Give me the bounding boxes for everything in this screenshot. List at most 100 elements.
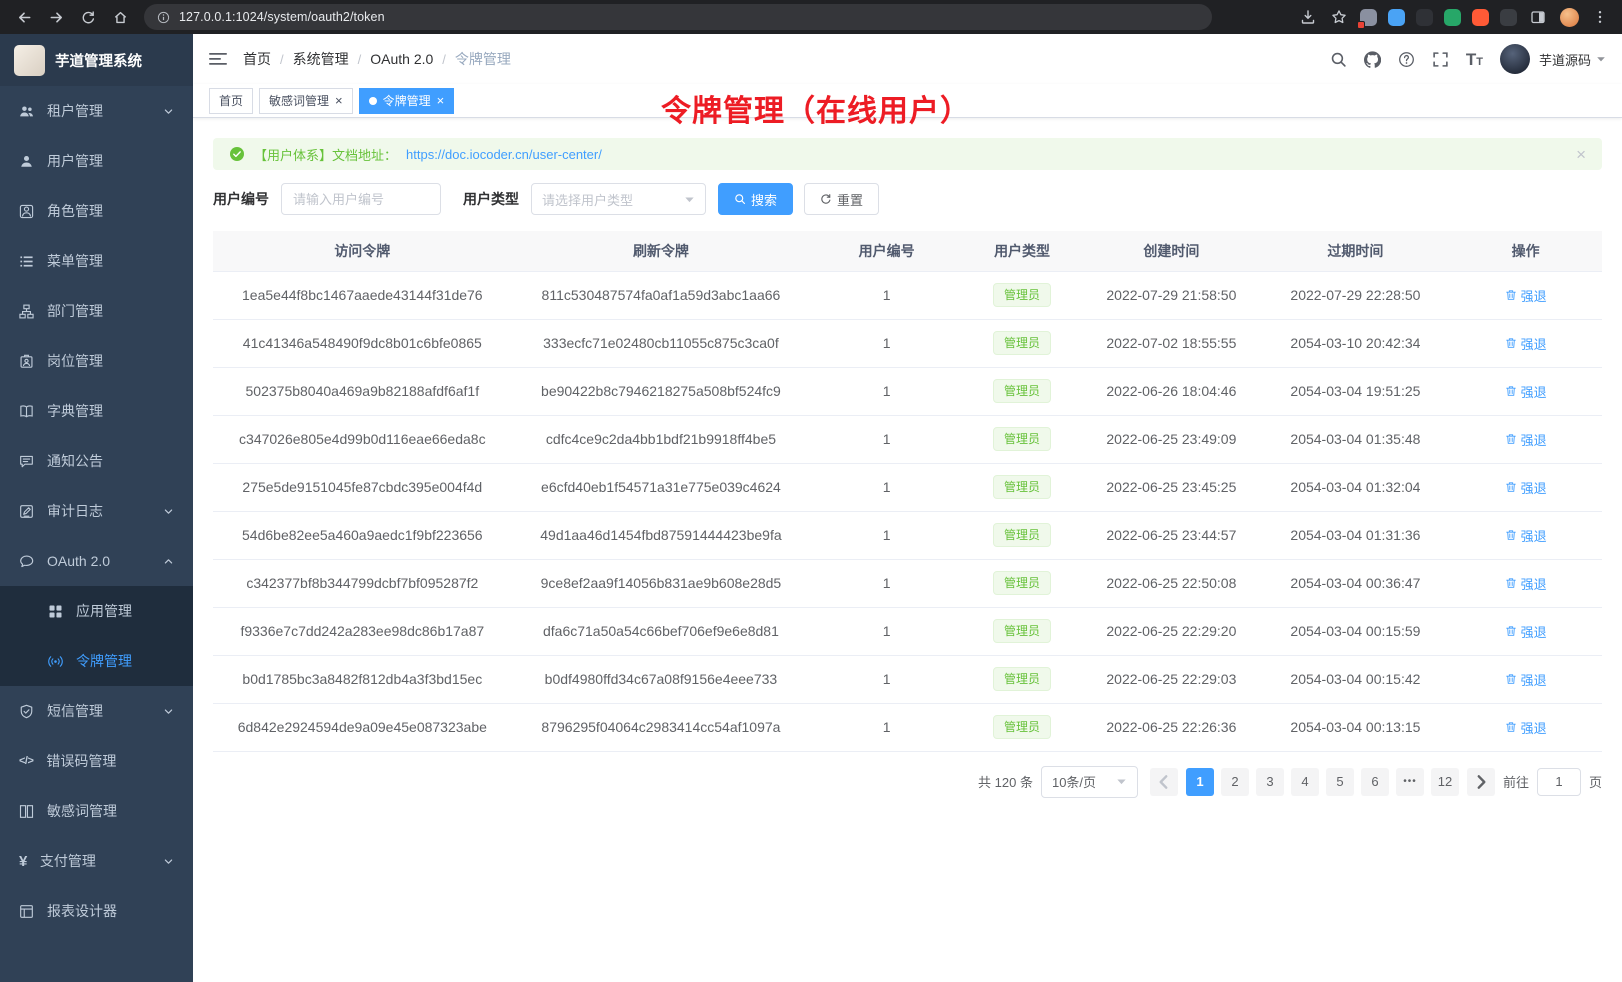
menu-list-icon <box>19 254 34 269</box>
more-vert-icon[interactable] <box>1590 7 1610 27</box>
page-button-5[interactable]: 5 <box>1326 768 1354 796</box>
force-logout-button[interactable]: 强退 <box>1505 574 1547 593</box>
home-icon[interactable] <box>106 3 134 31</box>
page-button-1[interactable]: 1 <box>1186 768 1214 796</box>
extension-icon[interactable] <box>1416 9 1433 26</box>
profile-avatar[interactable] <box>1559 7 1579 27</box>
sidebar-item-error-code[interactable]: </>错误码管理 <box>0 736 193 786</box>
tab-oauth2-token[interactable]: 令牌管理× <box>359 88 455 114</box>
split-view-icon[interactable] <box>1528 7 1548 27</box>
table-header-row: 访问令牌刷新令牌用户编号用户类型创建时间过期时间操作 <box>213 231 1602 271</box>
tab-close-icon[interactable]: × <box>335 94 343 107</box>
tab-home[interactable]: 首页 <box>209 88 253 114</box>
sidebar-item-pay[interactable]: ¥支付管理 <box>0 836 193 886</box>
doc-alert: 【用户体系】文档地址： https://doc.iocoder.cn/user-… <box>213 138 1602 170</box>
topbar: 首页/系统管理/OAuth 2.0/令牌管理 TT芋道源码 <box>193 34 1622 84</box>
font-size-icon[interactable]: TT <box>1466 51 1483 68</box>
sidebar-item-post[interactable]: 岗位管理 <box>0 336 193 386</box>
search-button[interactable]: 搜索 <box>718 183 793 215</box>
extension-icon[interactable] <box>1360 9 1377 26</box>
url-bar[interactable]: 127.0.0.1:1024/system/oauth2/token <box>144 4 1212 30</box>
back-icon[interactable] <box>10 3 38 31</box>
app-title: 芋道管理系统 <box>55 50 142 71</box>
sidebar-item-role[interactable]: 角色管理 <box>0 186 193 236</box>
github-icon[interactable] <box>1364 51 1381 68</box>
page-size-select[interactable]: 10条/页 <box>1041 766 1138 798</box>
sidebar-item-label: 敏感词管理 <box>47 801 174 821</box>
sidebar-item-tenant[interactable]: 租户管理 <box>0 86 193 136</box>
sidebar-subitem-oauth2-token[interactable]: 令牌管理 <box>0 636 193 686</box>
install-icon[interactable] <box>1298 7 1318 27</box>
sidebar-item-label: 字典管理 <box>47 401 174 421</box>
force-logout-button[interactable]: 强退 <box>1505 286 1547 305</box>
tab-sensitive-word[interactable]: 敏感词管理× <box>259 88 353 114</box>
fullscreen-icon[interactable] <box>1432 51 1449 68</box>
breadcrumb-separator: / <box>442 52 446 67</box>
sidebar-item-user[interactable]: 用户管理 <box>0 136 193 186</box>
user-avatar[interactable] <box>1500 44 1530 74</box>
hamburger-icon[interactable] <box>209 50 227 68</box>
tab-close-icon[interactable]: × <box>437 94 445 107</box>
force-logout-button[interactable]: 强退 <box>1505 622 1547 641</box>
breadcrumb-item[interactable]: 系统管理 <box>293 49 349 69</box>
force-logout-button[interactable]: 强退 <box>1505 334 1547 353</box>
user-id-input[interactable] <box>281 183 441 215</box>
sidebar-item-label: 部门管理 <box>47 301 174 321</box>
user-type-select[interactable]: 请选择用户类型 <box>531 183 706 215</box>
prev-page-button[interactable] <box>1150 768 1178 796</box>
force-logout-button[interactable]: 强退 <box>1505 430 1547 449</box>
username[interactable]: 芋道源码 <box>1539 50 1591 69</box>
user-type-cell: 管理员 <box>963 655 1081 703</box>
force-logout-button[interactable]: 强退 <box>1505 718 1547 737</box>
page-button-2[interactable]: 2 <box>1221 768 1249 796</box>
goto-page-input[interactable] <box>1537 768 1581 796</box>
action-cell: 强退 <box>1449 511 1602 559</box>
page-button-6[interactable]: 6 <box>1361 768 1389 796</box>
access-token-cell: b0d1785bc3a8482f812db4a3f3bd15ec <box>213 655 512 703</box>
trash-icon <box>1505 433 1517 445</box>
close-icon[interactable]: × <box>1576 146 1586 163</box>
force-logout-button[interactable]: 强退 <box>1505 670 1547 689</box>
bookmark-star-icon[interactable] <box>1329 7 1349 27</box>
sidebar-item-report-designer[interactable]: 报表设计器 <box>0 886 193 936</box>
sidebar-item-sms[interactable]: 短信管理 <box>0 686 193 736</box>
info-icon[interactable] <box>157 11 170 24</box>
breadcrumb-item[interactable]: OAuth 2.0 <box>370 51 433 67</box>
doc-link[interactable]: https://doc.iocoder.cn/user-center/ <box>406 147 602 162</box>
sidebar-item-sensitive-word[interactable]: 敏感词管理 <box>0 786 193 836</box>
sidebar-item-dict[interactable]: 字典管理 <box>0 386 193 436</box>
action-cell: 强退 <box>1449 367 1602 415</box>
force-logout-button[interactable]: 强退 <box>1505 382 1547 401</box>
search-icon[interactable] <box>1330 51 1347 68</box>
next-page-button[interactable] <box>1467 768 1495 796</box>
pager-more-button[interactable]: ••• <box>1396 768 1424 796</box>
sidebar-item-menu[interactable]: 菜单管理 <box>0 236 193 286</box>
extension-icon[interactable] <box>1444 9 1461 26</box>
sidebar-item-dept[interactable]: 部门管理 <box>0 286 193 336</box>
sidebar-item-oauth2[interactable]: OAuth 2.0 <box>0 536 193 586</box>
page-button-3[interactable]: 3 <box>1256 768 1284 796</box>
extension-icon[interactable] <box>1472 9 1489 26</box>
refresh-icon[interactable] <box>74 3 102 31</box>
extension-icon[interactable] <box>1500 9 1517 26</box>
app-logo[interactable]: 芋道管理系统 <box>0 34 193 86</box>
force-logout-button[interactable]: 强退 <box>1505 478 1547 497</box>
refresh-token-cell: 9ce8ef2aa9f14056b831ae9b608e28d5 <box>512 559 811 607</box>
sidebar-item-notice[interactable]: 通知公告 <box>0 436 193 486</box>
sidebar-subitem-oauth2-app[interactable]: 应用管理 <box>0 586 193 636</box>
url-text: 127.0.0.1:1024/system/oauth2/token <box>179 10 385 24</box>
page-button-4[interactable]: 4 <box>1291 768 1319 796</box>
sidebar-item-audit-log[interactable]: 审计日志 <box>0 486 193 536</box>
question-icon[interactable] <box>1398 51 1415 68</box>
trash-icon <box>1505 529 1517 541</box>
force-logout-button[interactable]: 强退 <box>1505 526 1547 545</box>
page-size-value: 10条/页 <box>1052 772 1096 791</box>
action-cell: 强退 <box>1449 703 1602 751</box>
forward-icon[interactable] <box>42 3 70 31</box>
expire-time-cell: 2054-03-04 00:36:47 <box>1262 559 1450 607</box>
reset-button[interactable]: 重置 <box>804 183 879 215</box>
breadcrumb-item[interactable]: 首页 <box>243 49 271 69</box>
page-button-12[interactable]: 12 <box>1431 768 1459 796</box>
table-row: 1ea5e44f8bc1467aaede43144f31de76811c5304… <box>213 271 1602 319</box>
extension-icon[interactable] <box>1388 9 1405 26</box>
